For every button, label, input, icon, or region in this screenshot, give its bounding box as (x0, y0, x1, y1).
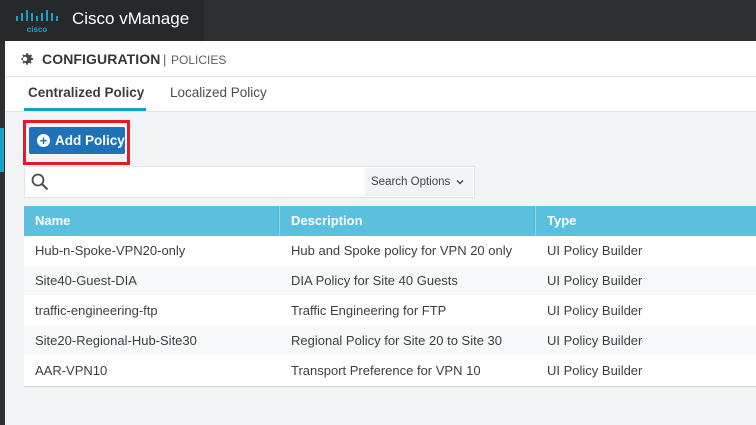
search-icon (31, 173, 49, 191)
left-rail-accent (0, 128, 4, 172)
gear-icon (21, 53, 33, 65)
search-options-dropdown[interactable]: Search Options (365, 168, 473, 196)
add-policy-button[interactable]: + Add Policy (29, 127, 125, 154)
cell-type: UI Policy Builder (547, 273, 643, 288)
cisco-logo-text: cisco (27, 25, 48, 34)
cisco-logo-icon: cisco (16, 10, 58, 34)
table-header: Name Description Type (24, 206, 756, 236)
active-tab-indicator (24, 108, 146, 111)
cell-name: Hub-n-Spoke-VPN20-only (35, 243, 186, 258)
table-bottom-border (24, 386, 756, 387)
add-policy-label: Add Policy (55, 133, 125, 148)
chevron-down-icon (456, 180, 464, 185)
table-row[interactable]: AAR-VPN10 Transport Preference for VPN 1… (24, 356, 756, 386)
table-row[interactable]: traffic-engineering-ftp Traffic Engineer… (24, 296, 756, 326)
cell-name: Site40-Guest-DIA (35, 273, 137, 288)
breadcrumb-subsection: POLICIES (171, 53, 227, 67)
tab-localized-policy[interactable]: Localized Policy (170, 85, 267, 100)
policy-table: Name Description Type Hub-n-Spoke-VPN20-… (24, 206, 756, 386)
breadcrumb-separator: | (163, 52, 167, 67)
column-header-type[interactable]: Type (536, 206, 756, 236)
cell-description: Hub and Spoke policy for VPN 20 only (291, 243, 513, 258)
app-title: Cisco vManage (72, 9, 190, 28)
cell-description: Regional Policy for Site 20 to Site 30 (291, 333, 503, 348)
cell-type: UI Policy Builder (547, 243, 643, 258)
plus-circle-icon: + (37, 134, 50, 147)
cell-type: UI Policy Builder (547, 303, 643, 318)
cell-name: traffic-engineering-ftp (35, 303, 158, 318)
cell-type: UI Policy Builder (547, 333, 643, 348)
cell-description: Transport Preference for VPN 10 (291, 363, 481, 378)
tab-centralized-policy[interactable]: Centralized Policy (28, 85, 144, 100)
cell-name: Site20-Regional-Hub-Site30 (35, 333, 197, 348)
column-header-description[interactable]: Description (280, 206, 536, 236)
table-row[interactable]: Hub-n-Spoke-VPN20-only Hub and Spoke pol… (24, 236, 756, 266)
cell-type: UI Policy Builder (547, 363, 643, 378)
search-options-label: Search Options (371, 176, 451, 188)
page-title: CONFIGURATION (42, 51, 161, 67)
cell-description: DIA Policy for Site 40 Guests (291, 273, 458, 288)
cell-name: AAR-VPN10 (35, 363, 108, 378)
cell-description: Traffic Engineering for FTP (291, 303, 447, 318)
brand-area[interactable]: cisco Cisco vManage (0, 0, 204, 41)
search-input[interactable] (56, 170, 361, 194)
table-row[interactable]: Site20-Regional-Hub-Site30 Regional Poli… (24, 326, 756, 356)
table-row[interactable]: Site40-Guest-DIA DIA Policy for Site 40 … (24, 266, 756, 296)
column-header-name[interactable]: Name (24, 206, 280, 236)
